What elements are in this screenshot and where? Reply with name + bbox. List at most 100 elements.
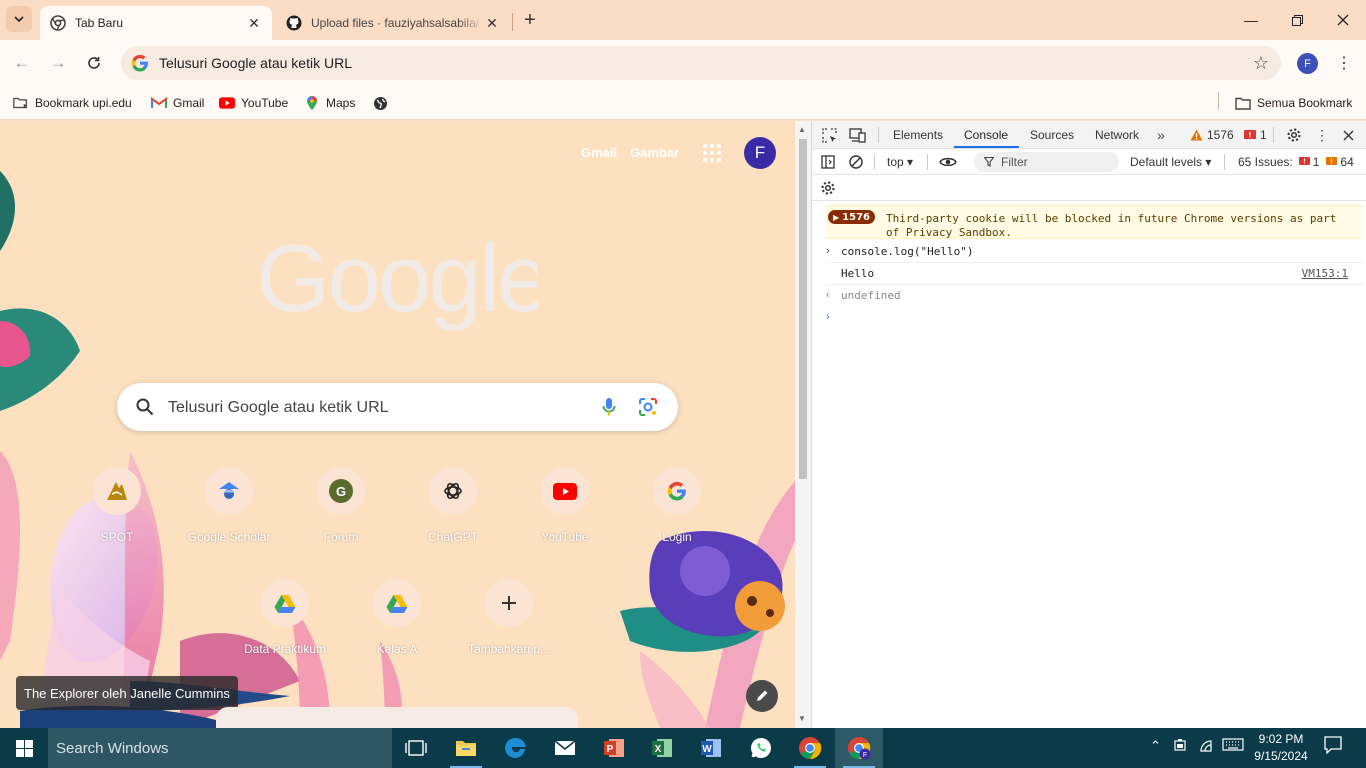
tab-console[interactable]: Console (964, 128, 1008, 142)
edge-button[interactable] (492, 728, 540, 768)
bookmark-upi-edu[interactable]: Bookmark upi.edu (13, 92, 132, 114)
ntp-search-box[interactable]: Telusuri Google atau ketik URL (117, 383, 678, 431)
console-settings-gear-icon[interactable] (819, 179, 837, 197)
shortcut-forum[interactable]: G Forum (285, 467, 397, 567)
context-value: top (887, 155, 904, 169)
console-log-line[interactable]: Hello VM153:1 (826, 263, 1362, 285)
images-link[interactable]: Gambar (630, 145, 679, 160)
scroll-down-icon[interactable]: ▼ (798, 714, 806, 723)
bookmark-label: YouTube (241, 96, 289, 110)
excel-button[interactable]: X (638, 728, 686, 768)
shortcut-login[interactable]: Login (621, 467, 733, 567)
shortcut-chatgpt[interactable]: ChatGPT (397, 467, 509, 567)
more-tabs-icon[interactable]: » (1152, 126, 1170, 144)
battery-icon[interactable] (1174, 738, 1188, 757)
chrome-icon (50, 15, 66, 31)
close-devtools-icon[interactable] (1339, 126, 1357, 144)
tab-new-tab[interactable]: Tab Baru ✕ (40, 6, 272, 40)
console-toolbar: top ▾ Filter Default levels ▾ 65 Issues:… (812, 149, 1366, 175)
bottom-card (216, 707, 578, 728)
error-counter[interactable]: 1 (1244, 128, 1267, 142)
inspect-element-icon[interactable] (820, 126, 838, 144)
chrome-button[interactable] (786, 728, 834, 768)
bookmark-label: Bookmark upi.edu (35, 96, 132, 110)
mail-icon (554, 740, 576, 755)
page-scrollbar[interactable]: ▲ ▼ (795, 121, 811, 728)
settings-gear-icon[interactable] (1285, 126, 1303, 144)
scrollbar-thumb[interactable] (799, 139, 807, 479)
minimize-button[interactable]: — (1228, 0, 1274, 40)
bookmark-maps[interactable]: Maps (304, 92, 355, 114)
close-window-button[interactable] (1320, 0, 1366, 40)
notification-center-icon[interactable] (1324, 736, 1342, 757)
device-toolbar-icon[interactable] (848, 126, 866, 144)
console-input-line[interactable]: › console.log("Hello") (826, 241, 1362, 263)
github-icon (286, 15, 302, 31)
start-button[interactable] (0, 728, 48, 768)
show-hidden-icons-icon[interactable]: ⌃ (1150, 738, 1161, 754)
close-tab-icon[interactable]: ✕ (246, 15, 262, 31)
taskbar-search-box[interactable]: Search Windows (48, 728, 392, 768)
add-shortcut-button[interactable]: Tambahkan p... (453, 579, 565, 679)
reload-button[interactable] (82, 51, 106, 75)
taskbar-clock[interactable]: 9:02 PM 9/15/2024 (1252, 731, 1310, 765)
account-avatar[interactable]: F (744, 137, 776, 169)
shortcut-google-scholar[interactable]: Google Scholar (173, 467, 285, 567)
keyboard-icon[interactable] (1222, 738, 1244, 755)
task-view-button[interactable] (392, 728, 440, 768)
live-expression-eye-icon[interactable] (939, 153, 957, 171)
console-warning-message[interactable]: ▶ 1576 Third-party cookie will be blocked… (826, 205, 1362, 239)
bookmark-globe[interactable] (372, 92, 394, 114)
wifi-icon[interactable] (1198, 738, 1214, 755)
source-link[interactable]: VM153:1 (1302, 267, 1348, 280)
close-tab-icon[interactable]: ✕ (484, 15, 500, 31)
address-bar[interactable]: Telusuri Google atau ketik URL ☆ (121, 46, 1281, 80)
apps-grid-icon[interactable] (702, 143, 722, 163)
back-button[interactable]: ← (10, 51, 34, 75)
restore-icon (1291, 14, 1303, 26)
filter-input[interactable]: Filter (974, 152, 1119, 172)
forward-button[interactable]: → (46, 51, 70, 75)
chrome-profile-button[interactable]: F (835, 728, 883, 768)
context-selector[interactable]: top ▾ (887, 155, 913, 169)
customize-button[interactable] (746, 680, 778, 712)
google-lens-icon[interactable] (638, 397, 658, 417)
shortcut-kelas-a[interactable]: Kelas A (341, 579, 453, 679)
clear-console-icon[interactable] (847, 153, 865, 171)
tab-search-button[interactable] (6, 6, 32, 32)
bookmark-youtube[interactable]: YouTube (219, 92, 288, 114)
devtools-menu-icon[interactable]: ⋮ (1313, 126, 1331, 144)
shortcut-spot[interactable]: SPOT (61, 467, 173, 567)
shortcut-youtube[interactable]: YouTube (509, 467, 621, 567)
tab-sources[interactable]: Sources (1030, 128, 1074, 142)
bookmark-star-icon[interactable]: ☆ (1253, 53, 1269, 74)
warning-counter[interactable]: 1576 (1190, 128, 1234, 142)
microphone-icon[interactable] (602, 397, 616, 417)
tab-upload-files[interactable]: Upload files · fauziyahsalsabila/ ✕ (276, 6, 510, 40)
scroll-up-icon[interactable]: ▲ (798, 125, 806, 134)
console-prompt[interactable]: › (826, 307, 1362, 329)
profile-button[interactable]: F (1297, 53, 1318, 74)
new-tab-button[interactable]: + (518, 8, 542, 32)
restore-button[interactable] (1274, 0, 1320, 40)
sidebar-toggle-icon[interactable] (819, 153, 837, 171)
gmail-link[interactable]: Gmail (581, 145, 617, 160)
whatsapp-button[interactable] (737, 728, 785, 768)
log-levels-dropdown[interactable]: Default levels ▾ (1130, 155, 1211, 169)
shortcut-data-praktikum[interactable]: Data Praktikum (229, 579, 341, 679)
word-icon: W (701, 739, 721, 757)
tab-divider (878, 127, 879, 143)
file-explorer-button[interactable] (442, 728, 490, 768)
mail-button[interactable] (541, 728, 589, 768)
powerpoint-button[interactable]: P (590, 728, 638, 768)
issues-warning-count: 64 (1340, 155, 1354, 169)
all-bookmarks-button[interactable]: Semua Bookmark (1235, 92, 1352, 114)
tab-network[interactable]: Network (1095, 128, 1139, 142)
taskbar-search-placeholder: Search Windows (56, 739, 169, 757)
bookmark-gmail[interactable]: Gmail (151, 92, 204, 114)
background-attribution[interactable]: The Explorer oleh Janelle Cummins (16, 676, 238, 710)
issues-counter[interactable]: 65 Issues: 1 64 (1238, 155, 1354, 169)
word-button[interactable]: W (687, 728, 735, 768)
tab-elements[interactable]: Elements (893, 128, 943, 142)
more-menu-icon[interactable]: ⋮ (1336, 52, 1352, 74)
